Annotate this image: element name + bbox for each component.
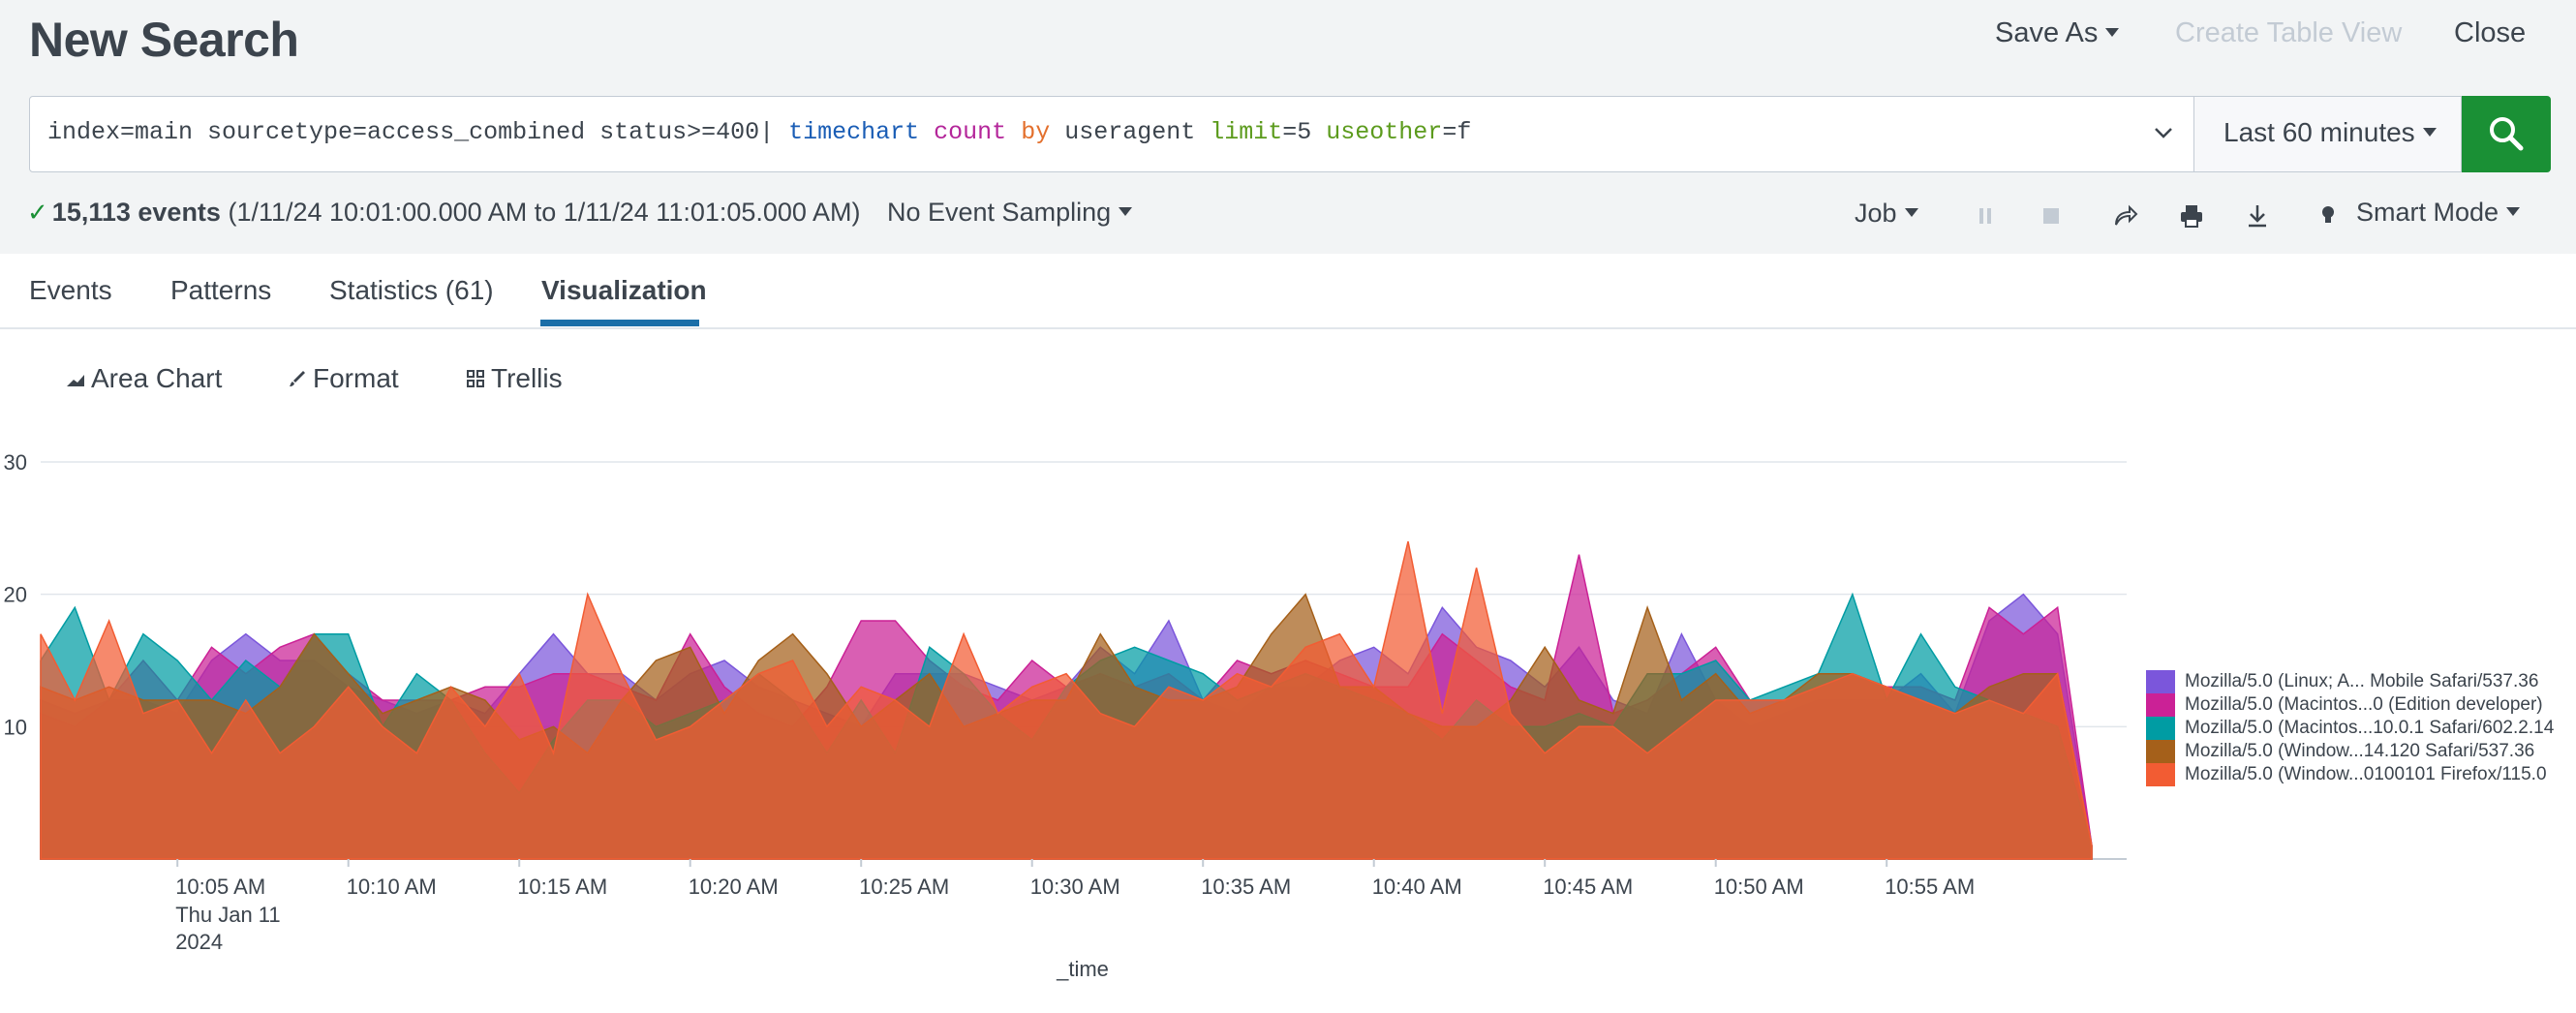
tab-events[interactable]: Events (29, 275, 112, 306)
x-tick-label: 10:50 AM (1714, 875, 1804, 899)
query-command: timechart (788, 118, 920, 146)
print-icon[interactable] (2177, 201, 2206, 230)
chevron-down-icon (2506, 207, 2521, 217)
x-tick-label: 10:05 AM (175, 875, 265, 899)
x-tick-label: 10:20 AM (689, 875, 779, 899)
event-sampling-label: No Event Sampling (887, 198, 1112, 227)
legend-label: Mozilla/5.0 (Macintos...10.0.1 Safari/60… (2185, 718, 2555, 738)
share-icon[interactable] (2110, 201, 2139, 230)
chevron-down-icon (1904, 208, 1918, 218)
time-span: (1/11/24 10:01:00.000 AM to 1/11/24 11:0… (228, 198, 861, 227)
pause-icon[interactable] (1971, 201, 2000, 230)
export-icon[interactable] (2243, 201, 2272, 230)
search-query-text[interactable]: index=main sourcetype=access_combined st… (47, 118, 1471, 146)
y-tick-label: 20 (4, 583, 27, 607)
query-keyword: by (1021, 118, 1051, 146)
job-menu-button[interactable]: Job (1855, 199, 1918, 229)
time-range-label: Last 60 minutes (2223, 117, 2415, 147)
legend-swatch (2146, 717, 2175, 740)
x-tick-label: 10:30 AM (1030, 875, 1120, 899)
series-area (40, 540, 2093, 860)
event-sampling-dropdown[interactable]: No Event Sampling (887, 198, 1133, 228)
page-title: New Search (29, 13, 299, 67)
x-tick-label: 10:45 AM (1543, 875, 1633, 899)
job-label: Job (1855, 199, 1897, 228)
x-tick-label: 10:15 AM (517, 875, 607, 899)
x-axis-label: _time (1056, 957, 1109, 981)
legend-swatch (2146, 670, 2175, 693)
legend-label: Mozilla/5.0 (Linux; A... Mobile Safari/5… (2185, 671, 2539, 691)
query-argument: limit (1210, 118, 1283, 146)
legend-label: Mozilla/5.0 (Macintos...0 (Edition devel… (2185, 694, 2543, 715)
x-tick-label: 10:10 AM (347, 875, 437, 899)
legend-swatch (2146, 693, 2175, 717)
search-icon (2490, 117, 2524, 151)
search-mode-dropdown[interactable]: Smart Mode (2356, 198, 2521, 228)
x-tick-sublabel: Thu Jan 11 (175, 903, 280, 927)
save-as-button[interactable]: Save As (1995, 17, 2120, 49)
save-as-label: Save As (1995, 17, 2099, 48)
chart-type-button[interactable]: Area Chart (66, 363, 222, 394)
x-tick-label: 10:55 AM (1885, 875, 1975, 899)
query-argument: useother (1326, 118, 1443, 146)
close-button[interactable]: Close (2454, 17, 2526, 49)
brush-icon (290, 370, 305, 386)
x-tick-label: 10:25 AM (859, 875, 949, 899)
search-mode-label: Smart Mode (2356, 198, 2499, 227)
trellis-grid-icon (467, 369, 484, 387)
area-chart-icon (67, 374, 84, 386)
query-function: count (934, 118, 1007, 146)
chevron-down-icon (1119, 207, 1133, 217)
event-count[interactable]: 15,113 events (52, 198, 221, 227)
y-tick-label: 30 (4, 450, 27, 475)
results-tabs: Events Patterns Statistics (61) Visualiz… (0, 254, 2576, 329)
area-chart: 10 20 30 10:05 AM Thu Jan 11 2024 10:10 AM 10:1… (4, 450, 2127, 981)
search-input[interactable]: index=main sourcetype=access_combined st… (29, 96, 2194, 172)
chevron-down-icon[interactable] (2153, 122, 2174, 143)
create-table-view-button[interactable]: Create Table View (2175, 17, 2402, 49)
checkmark-icon: ✓ (27, 198, 48, 227)
trellis-label: Trellis (491, 363, 563, 393)
legend-swatch (2146, 740, 2175, 763)
legend-label: Mozilla/5.0 (Window...14.120 Safari/537.… (2185, 741, 2535, 761)
y-tick-label: 10 (4, 715, 27, 739)
tab-statistics[interactable]: Statistics (61) (329, 275, 494, 306)
legend-swatch (2146, 763, 2175, 786)
tab-patterns[interactable]: Patterns (170, 275, 271, 306)
trellis-button[interactable]: Trellis (466, 363, 563, 394)
format-button[interactable]: Format (288, 363, 399, 394)
tab-visualization[interactable]: Visualization (541, 275, 707, 306)
chart-type-label: Area Chart (91, 363, 223, 393)
x-tick-label: 10:40 AM (1372, 875, 1462, 899)
chevron-down-icon (2422, 128, 2437, 138)
format-label: Format (313, 363, 399, 393)
time-range-picker[interactable]: Last 60 minutes (2194, 96, 2462, 172)
lightbulb-icon (2322, 206, 2334, 223)
search-button[interactable] (2462, 96, 2551, 172)
legend-label: Mozilla/5.0 (Window...0100101 Firefox/11… (2185, 764, 2547, 784)
chevron-down-icon (2105, 27, 2120, 37)
job-status: ✓ 15,113 events (1/11/24 10:01:00.000 AM … (27, 198, 860, 228)
x-tick-label: 10:35 AM (1201, 875, 1291, 899)
stop-icon[interactable] (2037, 201, 2066, 230)
active-tab-indicator (540, 320, 699, 326)
x-tick-sublabel: 2024 (175, 930, 223, 954)
